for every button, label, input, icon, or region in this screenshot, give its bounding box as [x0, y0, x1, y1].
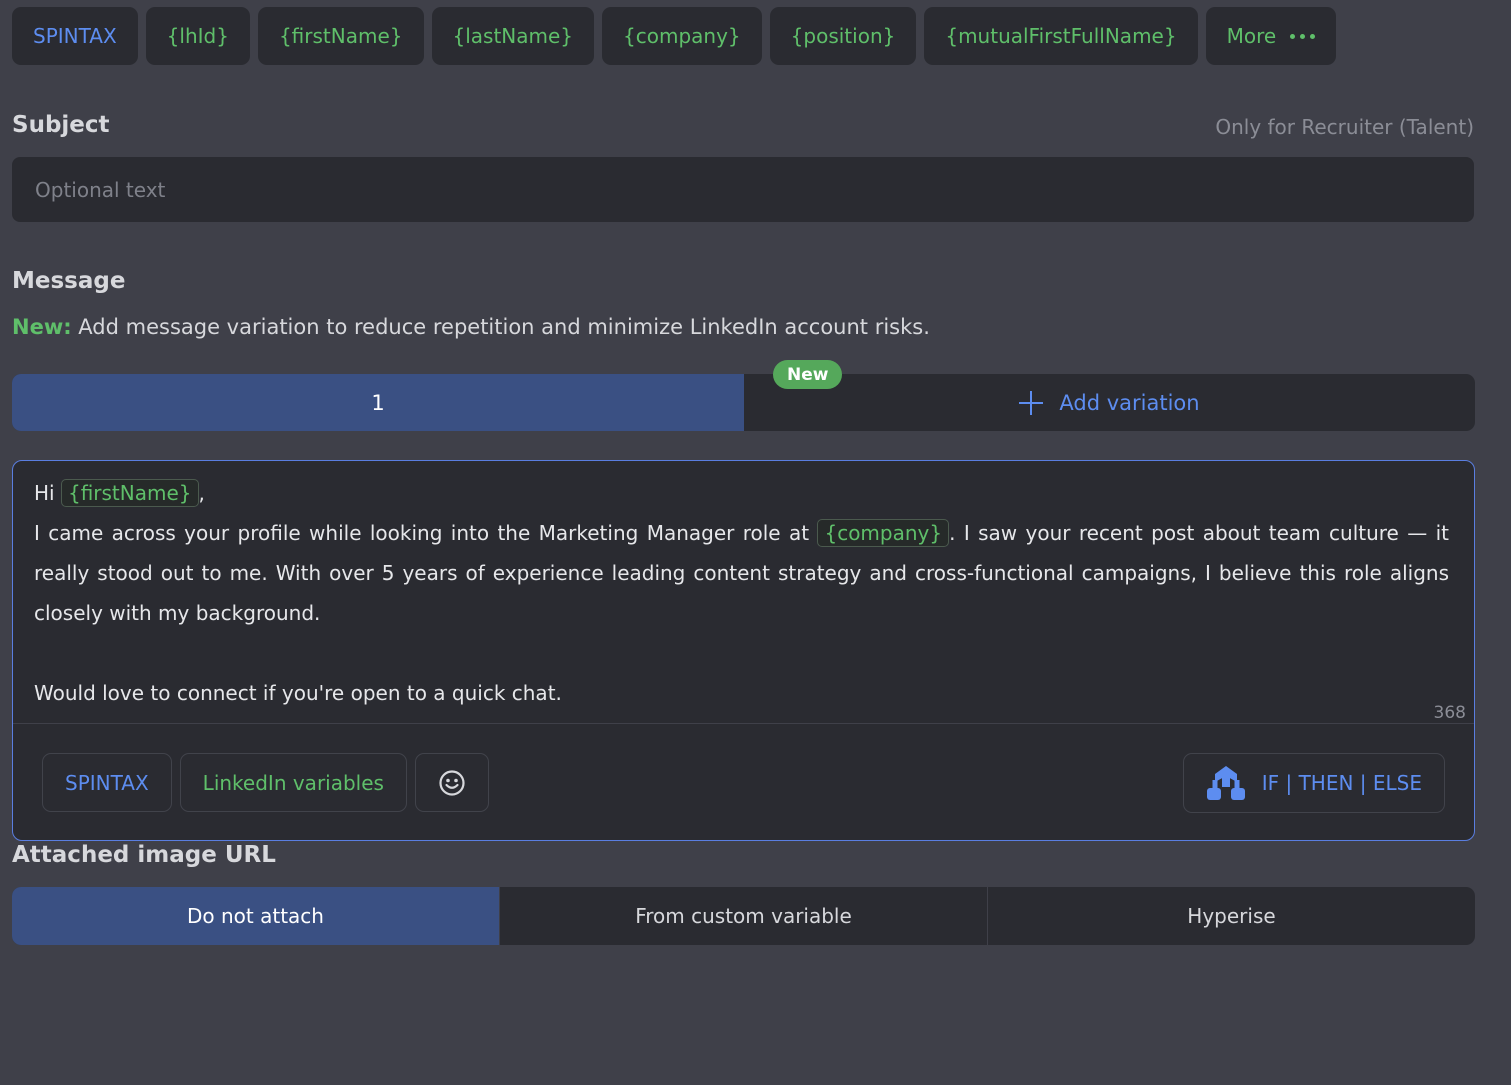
greeting-end: ,: [198, 481, 205, 505]
company-chip[interactable]: {company}: [602, 7, 762, 65]
body-paragraph: I came across your profile while looking…: [34, 513, 1449, 633]
greeting-text: Hi: [34, 481, 55, 505]
subject-label: Subject: [12, 112, 110, 138]
company-token: {company}: [817, 519, 950, 547]
spintax-chip[interactable]: SPINTAX: [12, 7, 138, 65]
emoji-button[interactable]: [414, 753, 489, 812]
new-feature-prefix: New:: [12, 315, 72, 339]
firstname-chip[interactable]: {firstName}: [257, 7, 424, 65]
add-variation-label: Add variation: [1059, 390, 1200, 415]
greeting-line: Hi {firstName},: [34, 473, 1449, 513]
option-custom-variable[interactable]: From custom variable: [499, 887, 987, 945]
add-variation-button[interactable]: Add variation: [744, 374, 1475, 431]
more-button[interactable]: More: [1205, 7, 1337, 65]
subject-note: Only for Recruiter (Talent): [1215, 115, 1474, 139]
position-chip[interactable]: {position}: [769, 7, 917, 65]
if-then-else-button[interactable]: IF | THEN | ELSE: [1182, 753, 1445, 813]
lastname-chip[interactable]: {lastName}: [431, 7, 595, 65]
if-then-else-label: IF | THEN | ELSE: [1261, 771, 1422, 795]
message-body[interactable]: Hi {firstName}, I came across your profi…: [34, 473, 1449, 713]
message-label: Message: [12, 268, 126, 294]
linkedin-variables-button[interactable]: LinkedIn variables: [179, 753, 407, 812]
plus-icon: [1019, 390, 1044, 415]
editor-divider: [13, 723, 1474, 724]
attachment-options: Do not attach From custom variable Hyper…: [12, 887, 1475, 945]
body-text-before: I came across your profile while looking…: [34, 521, 810, 545]
variable-toolbar: SPINTAX {lhId} {firstName} {lastName} {c…: [12, 7, 1337, 65]
variation-bar: 1 Add variation: [12, 374, 1475, 431]
option-do-not-attach[interactable]: Do not attach: [12, 887, 499, 945]
closing-line: Would love to connect if you're open to …: [34, 681, 562, 705]
smiley-icon: [439, 769, 465, 796]
variation-tab-1[interactable]: 1: [12, 374, 744, 431]
more-dots-icon: [1290, 33, 1316, 39]
attachment-label: Attached image URL: [12, 842, 276, 868]
lhid-chip[interactable]: {lhId}: [145, 7, 250, 65]
message-editor[interactable]: Hi {firstName}, I came across your profi…: [12, 460, 1475, 841]
branch-icon: [1206, 766, 1245, 800]
option-hyperise[interactable]: Hyperise: [987, 887, 1475, 945]
more-label: More: [1226, 24, 1277, 48]
subject-input[interactable]: [12, 157, 1474, 222]
firstname-token: {firstName}: [60, 479, 199, 507]
new-feature-note: New: Add message variation to reduce rep…: [12, 315, 930, 339]
character-count: 368: [1433, 703, 1466, 723]
editor-tools: SPINTAX LinkedIn variables: [42, 753, 489, 812]
new-badge: New: [773, 360, 843, 389]
mutual-first-full-name-chip[interactable]: {mutualFirstFullName}: [924, 7, 1198, 65]
new-feature-text: Add message variation to reduce repetiti…: [71, 315, 930, 339]
spintax-button[interactable]: SPINTAX: [42, 753, 172, 812]
